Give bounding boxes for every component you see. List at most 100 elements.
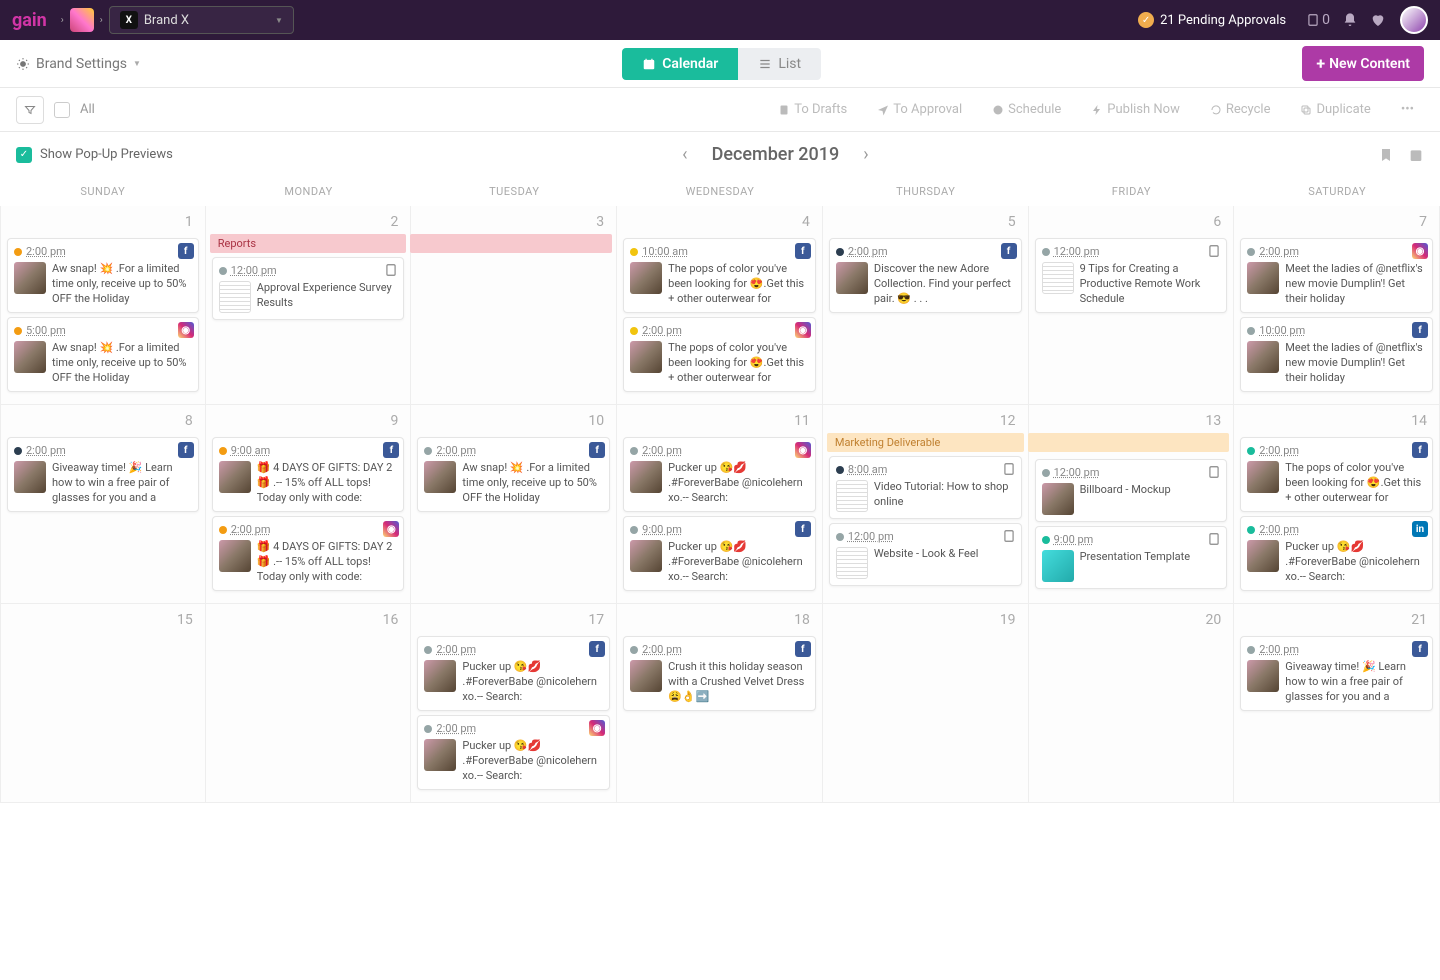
actions-bar: All To Drafts To Approval Schedule Publi…: [0, 88, 1440, 132]
event-card[interactable]: 2:00 pmfGiveaway time! 🎉 Learn how to wi…: [7, 437, 199, 512]
more-icon: •••: [1401, 102, 1414, 117]
calendar-cell[interactable]: 19: [823, 604, 1029, 803]
event-thumbnail: [630, 461, 662, 493]
event-thumbnail: [14, 262, 46, 294]
event-card[interactable]: 10:00 amfThe pops of color you've been l…: [623, 238, 816, 313]
popup-previews-checkbox[interactable]: ✓: [16, 147, 32, 163]
status-dot: [219, 267, 227, 275]
calendar-cell[interactable]: 2Reports12:00 pmApproval Experience Surv…: [206, 206, 412, 405]
event-card[interactable]: 2:00 pm◉Pucker up 😘💋 .#ForeverBabe @nico…: [417, 715, 610, 790]
calendar-cell[interactable]: 410:00 amfThe pops of color you've been …: [617, 206, 823, 405]
workspace-icon[interactable]: [70, 8, 94, 32]
calendar-cell[interactable]: 102:00 pmfAw snap! 💥 .For a limited time…: [411, 405, 617, 604]
event-card[interactable]: 2:00 pmfPucker up 😘💋 .#ForeverBabe @nico…: [417, 636, 610, 711]
status-dot: [1247, 526, 1255, 534]
event-card[interactable]: 9:00 pmPresentation Template: [1035, 526, 1228, 589]
logo[interactable]: gain: [12, 10, 47, 31]
event-card[interactable]: 9:00 amf🎁 4 DAYS OF GIFTS: DAY 2 🎁 .-- 1…: [212, 437, 405, 512]
calendar-banner-extension[interactable]: [410, 234, 612, 253]
ig-icon: ◉: [383, 521, 399, 537]
calendar-cell[interactable]: 12Marketing Deliverable8:00 amVideo Tuto…: [823, 405, 1029, 604]
select-all-checkbox[interactable]: [54, 102, 70, 118]
heart-icon[interactable]: [1370, 12, 1386, 28]
calendar-cell[interactable]: 142:00 pmfThe pops of color you've been …: [1234, 405, 1440, 604]
to-drafts-button[interactable]: To Drafts: [768, 98, 857, 121]
calendar-cell[interactable]: 112:00 pm◉Pucker up 😘💋 .#ForeverBabe @ni…: [617, 405, 823, 604]
event-card[interactable]: 12:00 pm9 Tips for Creating a Productive…: [1035, 238, 1228, 313]
calendar-cell[interactable]: 612:00 pm9 Tips for Creating a Productiv…: [1029, 206, 1235, 405]
today-icon[interactable]: [1408, 147, 1424, 163]
event-card[interactable]: 2:00 pmfAw snap! 💥 .For a limited time o…: [7, 238, 199, 313]
event-card[interactable]: 2:00 pmfGiveaway time! 🎉 Learn how to wi…: [1240, 636, 1433, 711]
event-text: Video Tutorial: How to shop online: [874, 480, 1015, 512]
calendar-cell[interactable]: 99:00 amf🎁 4 DAYS OF GIFTS: DAY 2 🎁 .-- …: [206, 405, 412, 604]
duplicate-button[interactable]: Duplicate: [1290, 98, 1380, 121]
filter-button[interactable]: [16, 96, 44, 124]
event-card[interactable]: 2:00 pmfDiscover the new Adore Collectio…: [829, 238, 1022, 313]
calendar-cell[interactable]: 20: [1029, 604, 1235, 803]
calendar-cell[interactable]: 15: [0, 604, 206, 803]
calendar-banner[interactable]: Marketing Deliverable: [827, 433, 1024, 452]
bookmark-icon[interactable]: [1378, 147, 1394, 163]
calendar-cell[interactable]: 1312:00 pmBillboard - Mockup9:00 pmPrese…: [1029, 405, 1235, 604]
event-card[interactable]: 10:00 pmfMeet the ladies of @netflix's n…: [1240, 317, 1433, 392]
event-card[interactable]: 2:00 pminPucker up 😘💋 .#ForeverBabe @nic…: [1240, 516, 1433, 591]
publish-now-button[interactable]: Publish Now: [1081, 98, 1190, 121]
event-thumbnail: [1247, 341, 1279, 373]
event-thumbnail: [219, 281, 251, 313]
event-card[interactable]: 2:00 pm◉🎁 4 DAYS OF GIFTS: DAY 2 🎁 .-- 1…: [212, 516, 405, 591]
event-thumbnail: [630, 660, 662, 692]
calendar-cell[interactable]: 82:00 pmfGiveaway time! 🎉 Learn how to w…: [0, 405, 206, 604]
event-card-head: 12:00 pm: [219, 264, 398, 277]
event-time: 12:00 pm: [231, 264, 277, 277]
calendar-cell[interactable]: 3: [411, 206, 617, 405]
calendar-cell[interactable]: 12:00 pmfAw snap! 💥 .For a limited time …: [0, 206, 206, 405]
calendar-view-button[interactable]: Calendar: [622, 48, 738, 80]
prev-month-button[interactable]: ‹: [682, 144, 687, 165]
to-approval-button[interactable]: To Approval: [867, 98, 972, 121]
calendar-cell[interactable]: 52:00 pmfDiscover the new Adore Collecti…: [823, 206, 1029, 405]
fb-icon: f: [1412, 641, 1428, 657]
event-card[interactable]: 9:00 pmfPucker up 😘💋 .#ForeverBabe @nico…: [623, 516, 816, 591]
event-card[interactable]: 12:00 pmBillboard - Mockup: [1035, 459, 1228, 522]
event-card[interactable]: 2:00 pm◉Meet the ladies of @netflix's ne…: [1240, 238, 1433, 313]
recycle-button[interactable]: Recycle: [1200, 98, 1281, 121]
event-card[interactable]: 12:00 pmApproval Experience Survey Resul…: [212, 257, 405, 320]
calendar-cell[interactable]: 182:00 pmfCrush it this holiday season w…: [617, 604, 823, 803]
fb-icon: f: [1412, 322, 1428, 338]
calendar-cell[interactable]: 72:00 pm◉Meet the ladies of @netflix's n…: [1234, 206, 1440, 405]
more-button[interactable]: •••: [1391, 98, 1424, 121]
event-card[interactable]: 8:00 amVideo Tutorial: How to shop onlin…: [829, 456, 1022, 519]
event-text: 🎁 4 DAYS OF GIFTS: DAY 2 🎁 .-- 15% off A…: [257, 461, 398, 505]
event-thumbnail: [424, 660, 456, 692]
calendar-banner[interactable]: Reports: [210, 234, 407, 253]
list-view-button[interactable]: List: [738, 48, 821, 80]
calendar-cell[interactable]: 212:00 pmfGiveaway time! 🎉 Learn how to …: [1234, 604, 1440, 803]
brand-settings-button[interactable]: Brand Settings ▼: [16, 56, 141, 72]
clipboard-icon[interactable]: 0: [1306, 12, 1330, 28]
new-content-button[interactable]: + New Content: [1302, 46, 1424, 81]
event-card[interactable]: 5:00 pm◉Aw snap! 💥 .For a limited time o…: [7, 317, 199, 392]
event-card[interactable]: 2:00 pmfCrush it this holiday season wit…: [623, 636, 816, 711]
event-text: Presentation Template: [1080, 550, 1190, 582]
bell-icon[interactable]: [1342, 12, 1358, 28]
event-card-body: Aw snap! 💥 .For a limited time only, rec…: [14, 262, 192, 306]
event-card[interactable]: 12:00 pmWebsite - Look & Feel: [829, 523, 1022, 586]
brand-selector[interactable]: X Brand X ▼: [109, 6, 294, 34]
calendar-cell[interactable]: 16: [206, 604, 412, 803]
event-card[interactable]: 2:00 pm◉The pops of color you've been lo…: [623, 317, 816, 392]
event-card[interactable]: 2:00 pmfAw snap! 💥 .For a limited time o…: [417, 437, 610, 512]
next-month-button[interactable]: ›: [863, 144, 868, 165]
event-card[interactable]: 2:00 pm◉Pucker up 😘💋 .#ForeverBabe @nico…: [623, 437, 816, 512]
calendar-cell[interactable]: 172:00 pmfPucker up 😘💋 .#ForeverBabe @ni…: [411, 604, 617, 803]
event-text: The pops of color you've been looking fo…: [668, 262, 809, 306]
event-text: Crush it this holiday season with a Crus…: [668, 660, 809, 704]
event-card-head: 5:00 pm: [14, 324, 192, 337]
event-time: 2:00 pm: [1259, 245, 1299, 258]
pending-approvals[interactable]: ✓ 21 Pending Approvals: [1138, 12, 1286, 28]
schedule-button[interactable]: Schedule: [982, 98, 1071, 121]
event-card[interactable]: 2:00 pmfThe pops of color you've been lo…: [1240, 437, 1433, 512]
calendar-banner-extension[interactable]: [1028, 433, 1230, 452]
event-time: 2:00 pm: [436, 643, 476, 656]
user-avatar[interactable]: [1400, 6, 1428, 34]
